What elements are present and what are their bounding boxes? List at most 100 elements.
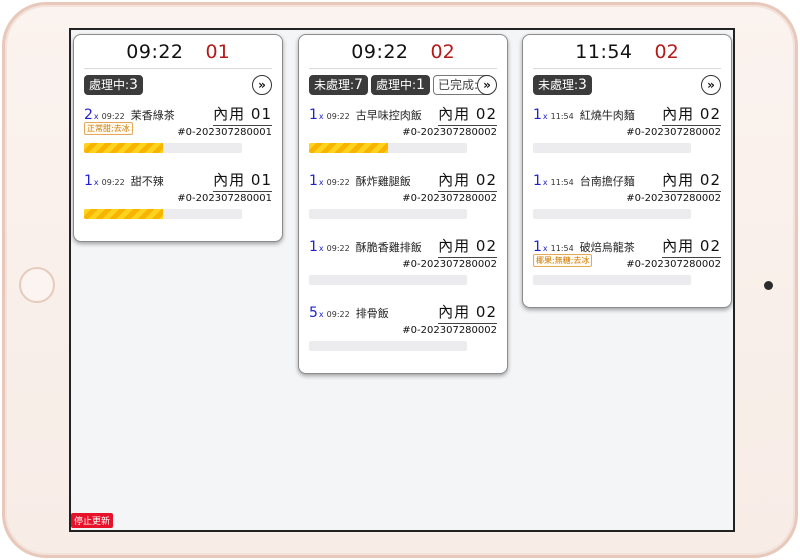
order-number: #0-202307280002: [402, 193, 497, 204]
quantity-multiplier: x: [542, 112, 548, 121]
order-item[interactable]: 1 x 09:22 古早味控肉飯 內用 02 #0-202307280002: [309, 101, 497, 167]
quantity-multiplier: x: [318, 310, 324, 319]
item-note: 椰果;無糖;去冰: [533, 254, 593, 267]
order-item[interactable]: 1 x 09:22 酥脆香雞排飯 內用 02 #0-202307280002: [309, 233, 497, 299]
order-card: 09:22 02 未處理:7 處理中:1 已完成:2 » 1 x 09:22 古…: [298, 34, 508, 374]
status-row: 處理中:3 »: [84, 69, 272, 101]
progress-bar: [309, 209, 467, 219]
order-number: #0-202307280001: [177, 193, 272, 204]
item-name: 酥脆香雞排飯: [355, 241, 422, 254]
next-button[interactable]: »: [252, 75, 272, 95]
status-badge-processing[interactable]: 處理中:3: [84, 75, 143, 95]
dine-type: 內用 01: [213, 169, 272, 192]
quantity-multiplier: x: [93, 112, 99, 121]
order-number: #0-202307280002: [626, 127, 721, 138]
item-name: 破焙烏龍茶: [579, 241, 635, 254]
table-number: 02: [430, 40, 455, 63]
item-quantity: 1: [84, 173, 93, 189]
card-header: 09:22 01: [84, 35, 272, 69]
progress-bar: [533, 143, 691, 153]
order-item[interactable]: 1 x 11:54 破焙烏龍茶 椰果;無糖;去冰 內用 02 #0-202307…: [533, 233, 721, 299]
item-quantity: 1: [309, 173, 318, 189]
progress-bar: [309, 341, 467, 351]
item-name: 台南擔仔麵: [579, 175, 635, 188]
order-card: 11:54 02 未處理:3 » 1 x 11:54 紅燒牛肉麵 內用 02 #…: [522, 34, 732, 308]
item-name: 排骨飯: [355, 307, 389, 320]
progress-fill: [309, 143, 388, 153]
progress-bar: [309, 143, 467, 153]
order-number: #0-202307280002: [402, 325, 497, 336]
order-item[interactable]: 2 x 09:22 茉香綠茶 正常甜;去冰 內用 01 #0-202307280…: [84, 101, 272, 167]
item-name: 紅燒牛肉麵: [579, 109, 635, 122]
item-name: 古早味控肉飯: [355, 109, 422, 122]
progress-bar: [84, 143, 242, 153]
quantity-multiplier: x: [318, 112, 324, 121]
order-time: 09:22: [126, 40, 184, 63]
status-badge-processing[interactable]: 處理中:1: [370, 75, 430, 95]
progress-bar: [533, 209, 691, 219]
item-time: 09:22: [326, 178, 350, 187]
order-item[interactable]: 1 x 09:22 酥炸雞腿飯 內用 02 #0-202307280002: [309, 167, 497, 233]
next-button[interactable]: »: [477, 75, 497, 95]
item-quantity: 1: [309, 107, 318, 123]
progress-bar: [84, 209, 242, 219]
double-chevron-right-icon: »: [483, 78, 491, 92]
quantity-multiplier: x: [542, 244, 548, 253]
item-time: 09:22: [101, 178, 125, 187]
status-badge-pending[interactable]: 未處理:3: [533, 75, 592, 95]
order-item[interactable]: 5 x 09:22 排骨飯 內用 02 #0-202307280002: [309, 299, 497, 365]
item-quantity: 2: [84, 107, 93, 123]
order-number: #0-202307280001: [177, 127, 272, 138]
home-button[interactable]: [19, 267, 55, 303]
order-number: #0-202307280002: [402, 127, 497, 138]
item-quantity: 1: [533, 107, 542, 123]
status-row: 未處理:3 »: [533, 69, 721, 101]
dine-type: 內用 01: [213, 103, 272, 126]
order-number: #0-202307280002: [402, 259, 497, 270]
item-time: 09:22: [326, 112, 350, 121]
order-card: 09:22 01 處理中:3 » 2 x 09:22 茉香綠茶 正常甜;去冰 內…: [73, 34, 283, 242]
double-chevron-right-icon: »: [258, 78, 266, 92]
item-time: 11:54: [550, 112, 574, 121]
item-time: 09:22: [101, 112, 125, 121]
item-time: 09:22: [326, 310, 350, 319]
item-quantity: 1: [533, 173, 542, 189]
quantity-multiplier: x: [542, 178, 548, 187]
progress-bar: [533, 275, 691, 285]
stop-update-button[interactable]: 停止更新: [71, 513, 114, 528]
item-name: 酥炸雞腿飯: [355, 175, 411, 188]
item-quantity: 5: [309, 305, 318, 321]
card-header: 09:22 02: [309, 35, 497, 69]
next-button[interactable]: »: [701, 75, 721, 95]
item-name: 茉香綠茶: [130, 109, 175, 122]
kitchen-display-screen: 09:22 01 處理中:3 » 2 x 09:22 茉香綠茶 正常甜;去冰 內…: [69, 28, 735, 532]
item-quantity: 1: [309, 239, 318, 255]
order-number: #0-202307280002: [626, 259, 721, 270]
order-time: 11:54: [575, 40, 633, 63]
double-chevron-right-icon: »: [707, 78, 715, 92]
item-time: 11:54: [550, 244, 574, 253]
dine-type: 內用 02: [438, 301, 497, 324]
order-time: 09:22: [351, 40, 409, 63]
camera-icon: [764, 281, 773, 290]
table-number: 02: [654, 40, 679, 63]
item-name: 甜不辣: [130, 175, 164, 188]
table-number: 01: [205, 40, 230, 63]
dine-type: 內用 02: [438, 169, 497, 192]
status-badge-pending[interactable]: 未處理:7: [309, 75, 368, 95]
dine-type: 內用 02: [662, 169, 721, 192]
order-item[interactable]: 1 x 11:54 紅燒牛肉麵 內用 02 #0-202307280002: [533, 101, 721, 167]
item-quantity: 1: [533, 239, 542, 255]
dine-type: 內用 02: [662, 103, 721, 126]
dine-type: 內用 02: [662, 235, 721, 258]
quantity-multiplier: x: [318, 178, 324, 187]
item-time: 11:54: [550, 178, 574, 187]
progress-bar: [309, 275, 467, 285]
order-item[interactable]: 1 x 09:22 甜不辣 內用 01 #0-202307280001: [84, 167, 272, 233]
order-item[interactable]: 1 x 11:54 台南擔仔麵 內用 02 #0-202307280002: [533, 167, 721, 233]
order-number: #0-202307280002: [626, 193, 721, 204]
dine-type: 內用 02: [438, 235, 497, 258]
card-header: 11:54 02: [533, 35, 721, 69]
dine-type: 內用 02: [438, 103, 497, 126]
quantity-multiplier: x: [318, 244, 324, 253]
